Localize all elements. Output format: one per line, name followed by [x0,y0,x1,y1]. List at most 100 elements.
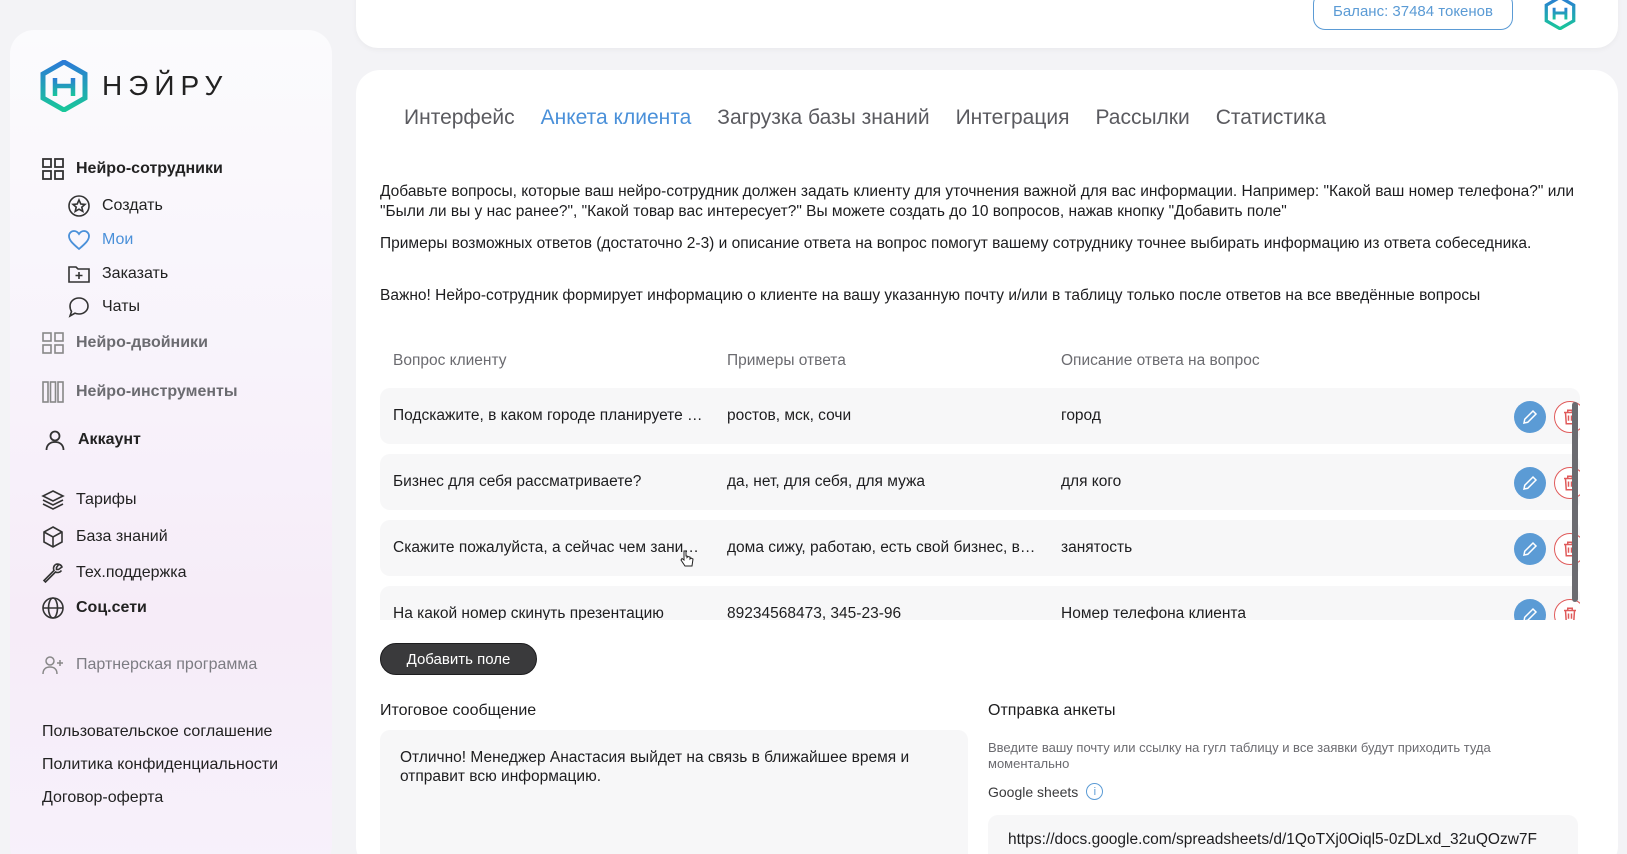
footer-user-agreement[interactable]: Пользовательское соглашение [42,723,272,741]
table-scrollbar[interactable] [1572,402,1578,602]
header-description: Описание ответа на вопрос [1061,352,1260,369]
nav-neuro-staff[interactable]: Нейро-сотрудники [40,156,223,182]
nav-support-label: Тех.поддержка [76,564,187,581]
send-form-label: Отправка анкеты [988,702,1116,719]
footer-privacy-policy[interactable]: Политика конфиденциальности [42,756,278,774]
pencil-icon [1523,475,1538,490]
nav-partner-label: Партнерская программа [76,656,258,673]
brand-logo-icon[interactable] [1543,0,1577,30]
examples-cell: дома сижу, работаю, есть свой бизнес, в … [727,539,1037,556]
send-form-hint: Введите вашу почту или ссылку на гугл та… [988,740,1491,771]
table-row: На какой номер скинуть презентацию 89234… [380,586,1580,620]
nav-chats-label: Чаты [102,298,141,315]
cube-icon [40,524,66,550]
pencil-icon [1523,541,1538,556]
nav-neuro-twins[interactable]: Нейро-двойники [40,330,208,356]
nav-neuro-tools[interactable]: Нейро-инструменты [40,379,238,405]
user-icon [42,427,68,453]
edit-button[interactable] [1514,533,1546,565]
tab-knowledge-upload[interactable]: Загрузка базы знаний [717,106,929,130]
tab-bar: Интерфейс Анкета клиента Загрузка базы з… [404,106,1326,130]
chat-bubble-icon [66,294,92,320]
question-cell: Скажите пожалуйста, а сейчас чем занимае… [393,539,703,556]
nav-order-label: Заказать [102,265,169,282]
google-sheets-label-text: Google sheets [988,783,1079,800]
nav-tariffs-label: Тарифы [76,491,137,508]
layers-icon [40,487,66,513]
nav-support[interactable]: Тех.поддержка [40,560,187,586]
heart-icon [66,227,92,253]
brand-name: НЭЙРУ [102,70,229,101]
user-plus-icon [40,652,66,678]
tab-interface[interactable]: Интерфейс [404,106,515,130]
nav-mine[interactable]: Мои [66,227,133,253]
footer-offer-agreement[interactable]: Договор-оферта [42,789,163,807]
examples-cell: 89234568473, 345-23-96 [727,605,902,620]
tab-client-form[interactable]: Анкета клиента [541,106,692,130]
google-sheets-input[interactable] [988,815,1578,854]
nav-tariffs[interactable]: Тарифы [40,487,136,513]
nav-neuro-staff-label: Нейро-сотрудники [76,160,223,177]
columns-icon [40,379,66,405]
nav-mine-label: Мои [102,231,134,248]
final-message-textarea[interactable]: Отлично! Менеджер Анастасия выйдет на св… [380,730,968,854]
tab-mailings[interactable]: Рассылки [1095,106,1189,130]
globe-icon [40,595,66,621]
question-cell: На какой номер скинуть презентацию [393,605,664,620]
brand-logo-icon [40,60,88,112]
nav-create-label: Создать [102,197,163,214]
nav-social-label: Соц.сети [76,599,147,616]
nav-order[interactable]: Заказать [66,261,168,287]
add-field-button[interactable]: Добавить поле [380,643,537,675]
edit-button[interactable] [1514,467,1546,499]
examples-cell: да, нет, для себя, для мужа [727,473,925,490]
description-cell: для кого [1061,473,1122,490]
wrench-icon [40,560,66,586]
balance-button[interactable]: Баланс: 37484 токенов [1313,0,1513,30]
description-cell: Номер телефона клиента [1061,605,1246,620]
nav-partner[interactable]: Партнерская программа [40,652,257,678]
description-1: Добавьте вопросы, которые ваш нейро-сотр… [380,183,1575,220]
description-2: Примеры возможных ответов (достаточно 2-… [380,235,1532,252]
table-row: Скажите пожалуйста, а сейчас чем занимае… [380,520,1580,576]
nav-create[interactable]: Создать [66,193,163,219]
table-row: Бизнес для себя рассматриваете? да, нет,… [380,454,1580,510]
nav-account[interactable]: Аккаунт [42,427,141,453]
tab-integration[interactable]: Интеграция [956,106,1070,130]
description-3: Важно! Нейро-сотрудник формирует информа… [380,287,1481,304]
edit-button[interactable] [1514,599,1546,620]
question-cell: Бизнес для себя рассматриваете? [393,473,642,490]
google-sheets-label: Google sheets i [988,783,1104,800]
final-message-label: Итоговое сообщение [380,702,537,719]
nav-chats[interactable]: Чаты [66,294,140,320]
nav-account-label: Аккаунт [78,431,141,448]
description-cell: занятость [1061,539,1133,556]
pencil-icon [1523,409,1538,424]
grid-icon [40,330,66,356]
nav-knowledge-base[interactable]: База знаний [40,524,168,550]
header-question: Вопрос клиенту [393,352,507,369]
nav-neuro-tools-label: Нейро-инструменты [76,383,238,400]
header-examples: Примеры ответа [727,352,846,369]
table-row: Подскажите, в каком городе планируете от… [380,388,1580,444]
examples-cell: ростов, мск, сочи [727,407,852,424]
nav-knowledge-base-label: База знаний [76,528,168,545]
nav-social[interactable]: Соц.сети [40,595,147,621]
delete-button[interactable] [1554,599,1580,620]
brand-logo[interactable]: НЭЙРУ [40,60,228,112]
tab-statistics[interactable]: Статистика [1216,106,1326,130]
hand-cursor-icon [680,550,694,567]
pencil-icon [1523,607,1538,620]
folder-plus-icon [66,261,92,287]
question-cell: Подскажите, в каком городе планируете от… [393,407,703,424]
sidebar: НЭЙРУ Нейро-сотрудники Создать Мои Заказ… [10,30,332,854]
grid-icon [40,156,66,182]
nav-neuro-twins-label: Нейро-двойники [76,334,208,351]
edit-button[interactable] [1514,401,1546,433]
info-icon[interactable]: i [1086,783,1104,800]
main-panel: Интерфейс Анкета клиента Загрузка базы з… [356,70,1618,854]
description-cell: город [1061,407,1101,424]
trash-icon [1564,607,1576,620]
questions-table: Подскажите, в каком городе планируете от… [380,388,1580,620]
star-icon [66,193,92,219]
